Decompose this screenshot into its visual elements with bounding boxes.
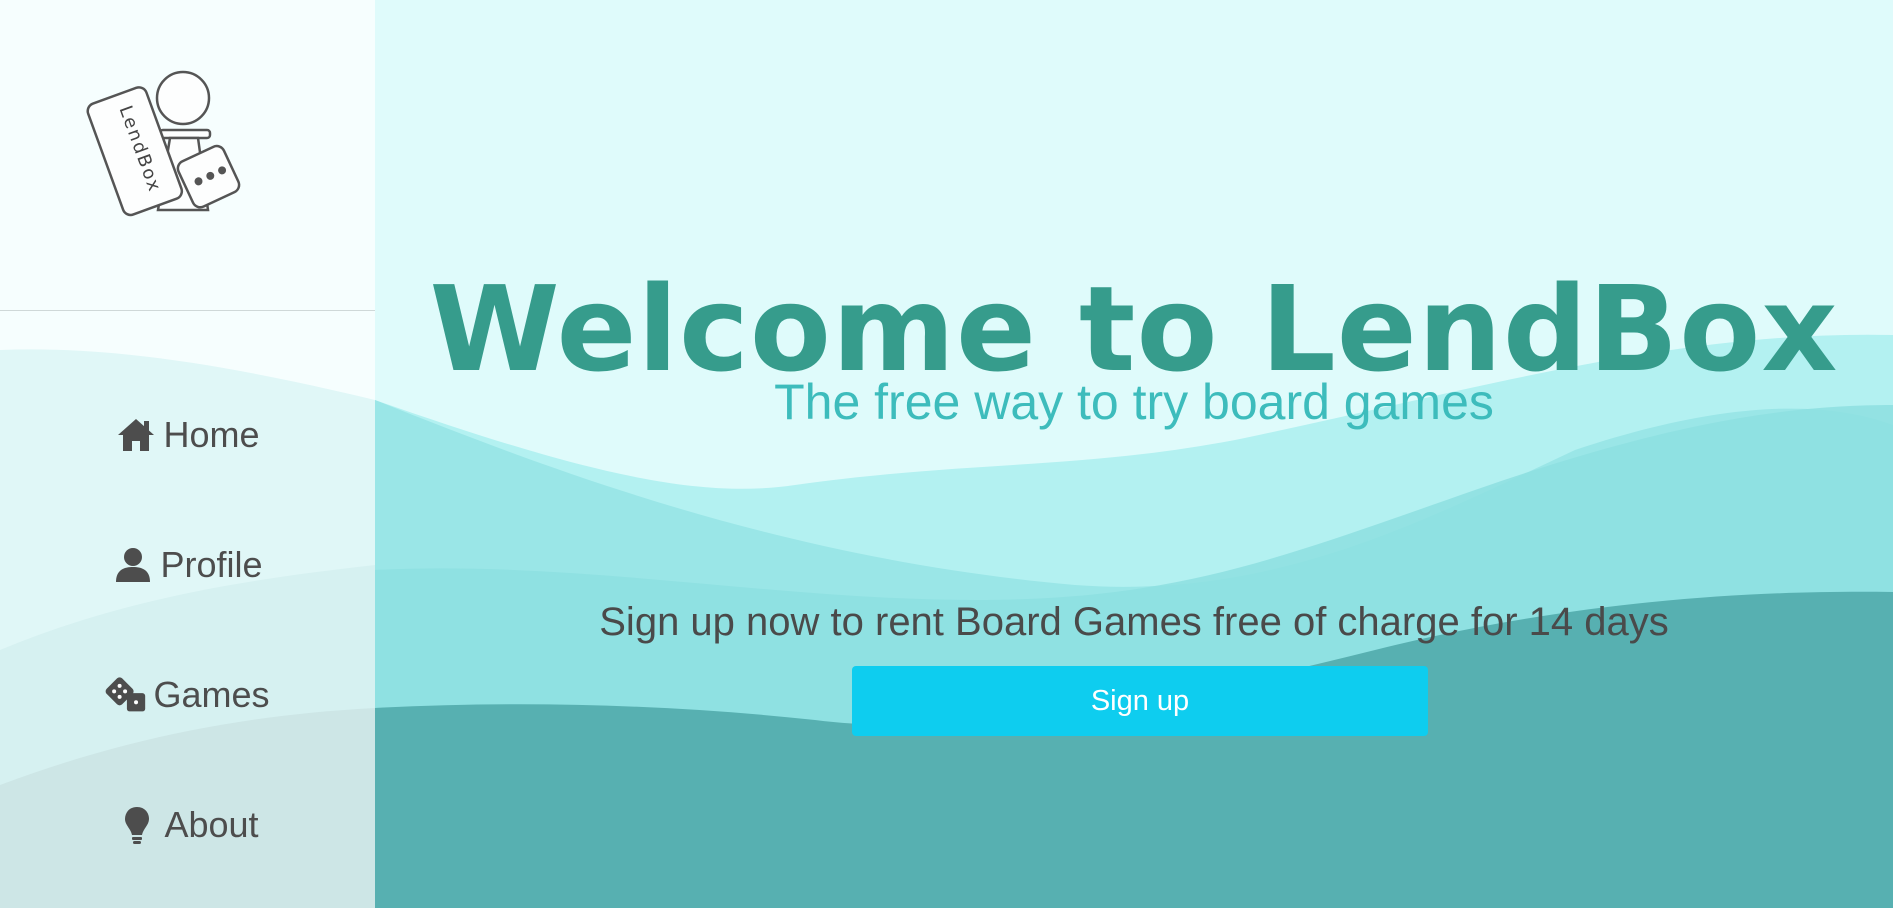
sidebar-item-about[interactable]: About [0, 795, 375, 855]
sidebar-item-profile[interactable]: Profile [0, 535, 375, 595]
sidebar-divider [0, 310, 375, 311]
sign-up-button[interactable]: Sign up [852, 666, 1428, 736]
sidebar-item-label: About [164, 804, 259, 845]
lendbox-logo-icon: LendBox [86, 70, 241, 217]
sidebar-item-games[interactable]: Games [0, 665, 375, 725]
lightbulb-icon [116, 805, 158, 845]
dice-icon [105, 675, 147, 715]
sidebar-item-home[interactable]: Home [0, 405, 375, 465]
hero-wave-background [375, 0, 1893, 908]
signup-description: Sign up now to rent Board Games free of … [599, 600, 1669, 644]
lendbox-logo[interactable]: LendBox [80, 60, 280, 240]
hero-section: Welcome to LendBox The free way to try b… [375, 0, 1893, 908]
page: LendBox Home Profile Games About Welcome… [0, 0, 1893, 908]
sidebar: LendBox Home Profile Games About [0, 0, 375, 908]
sidebar-item-label: Games [153, 674, 270, 715]
sidebar-item-label: Profile [160, 544, 263, 585]
page-subtitle: The free way to try board games [774, 374, 1494, 430]
home-icon [115, 415, 157, 455]
sidebar-item-label: Home [163, 414, 260, 455]
user-icon [112, 545, 154, 585]
